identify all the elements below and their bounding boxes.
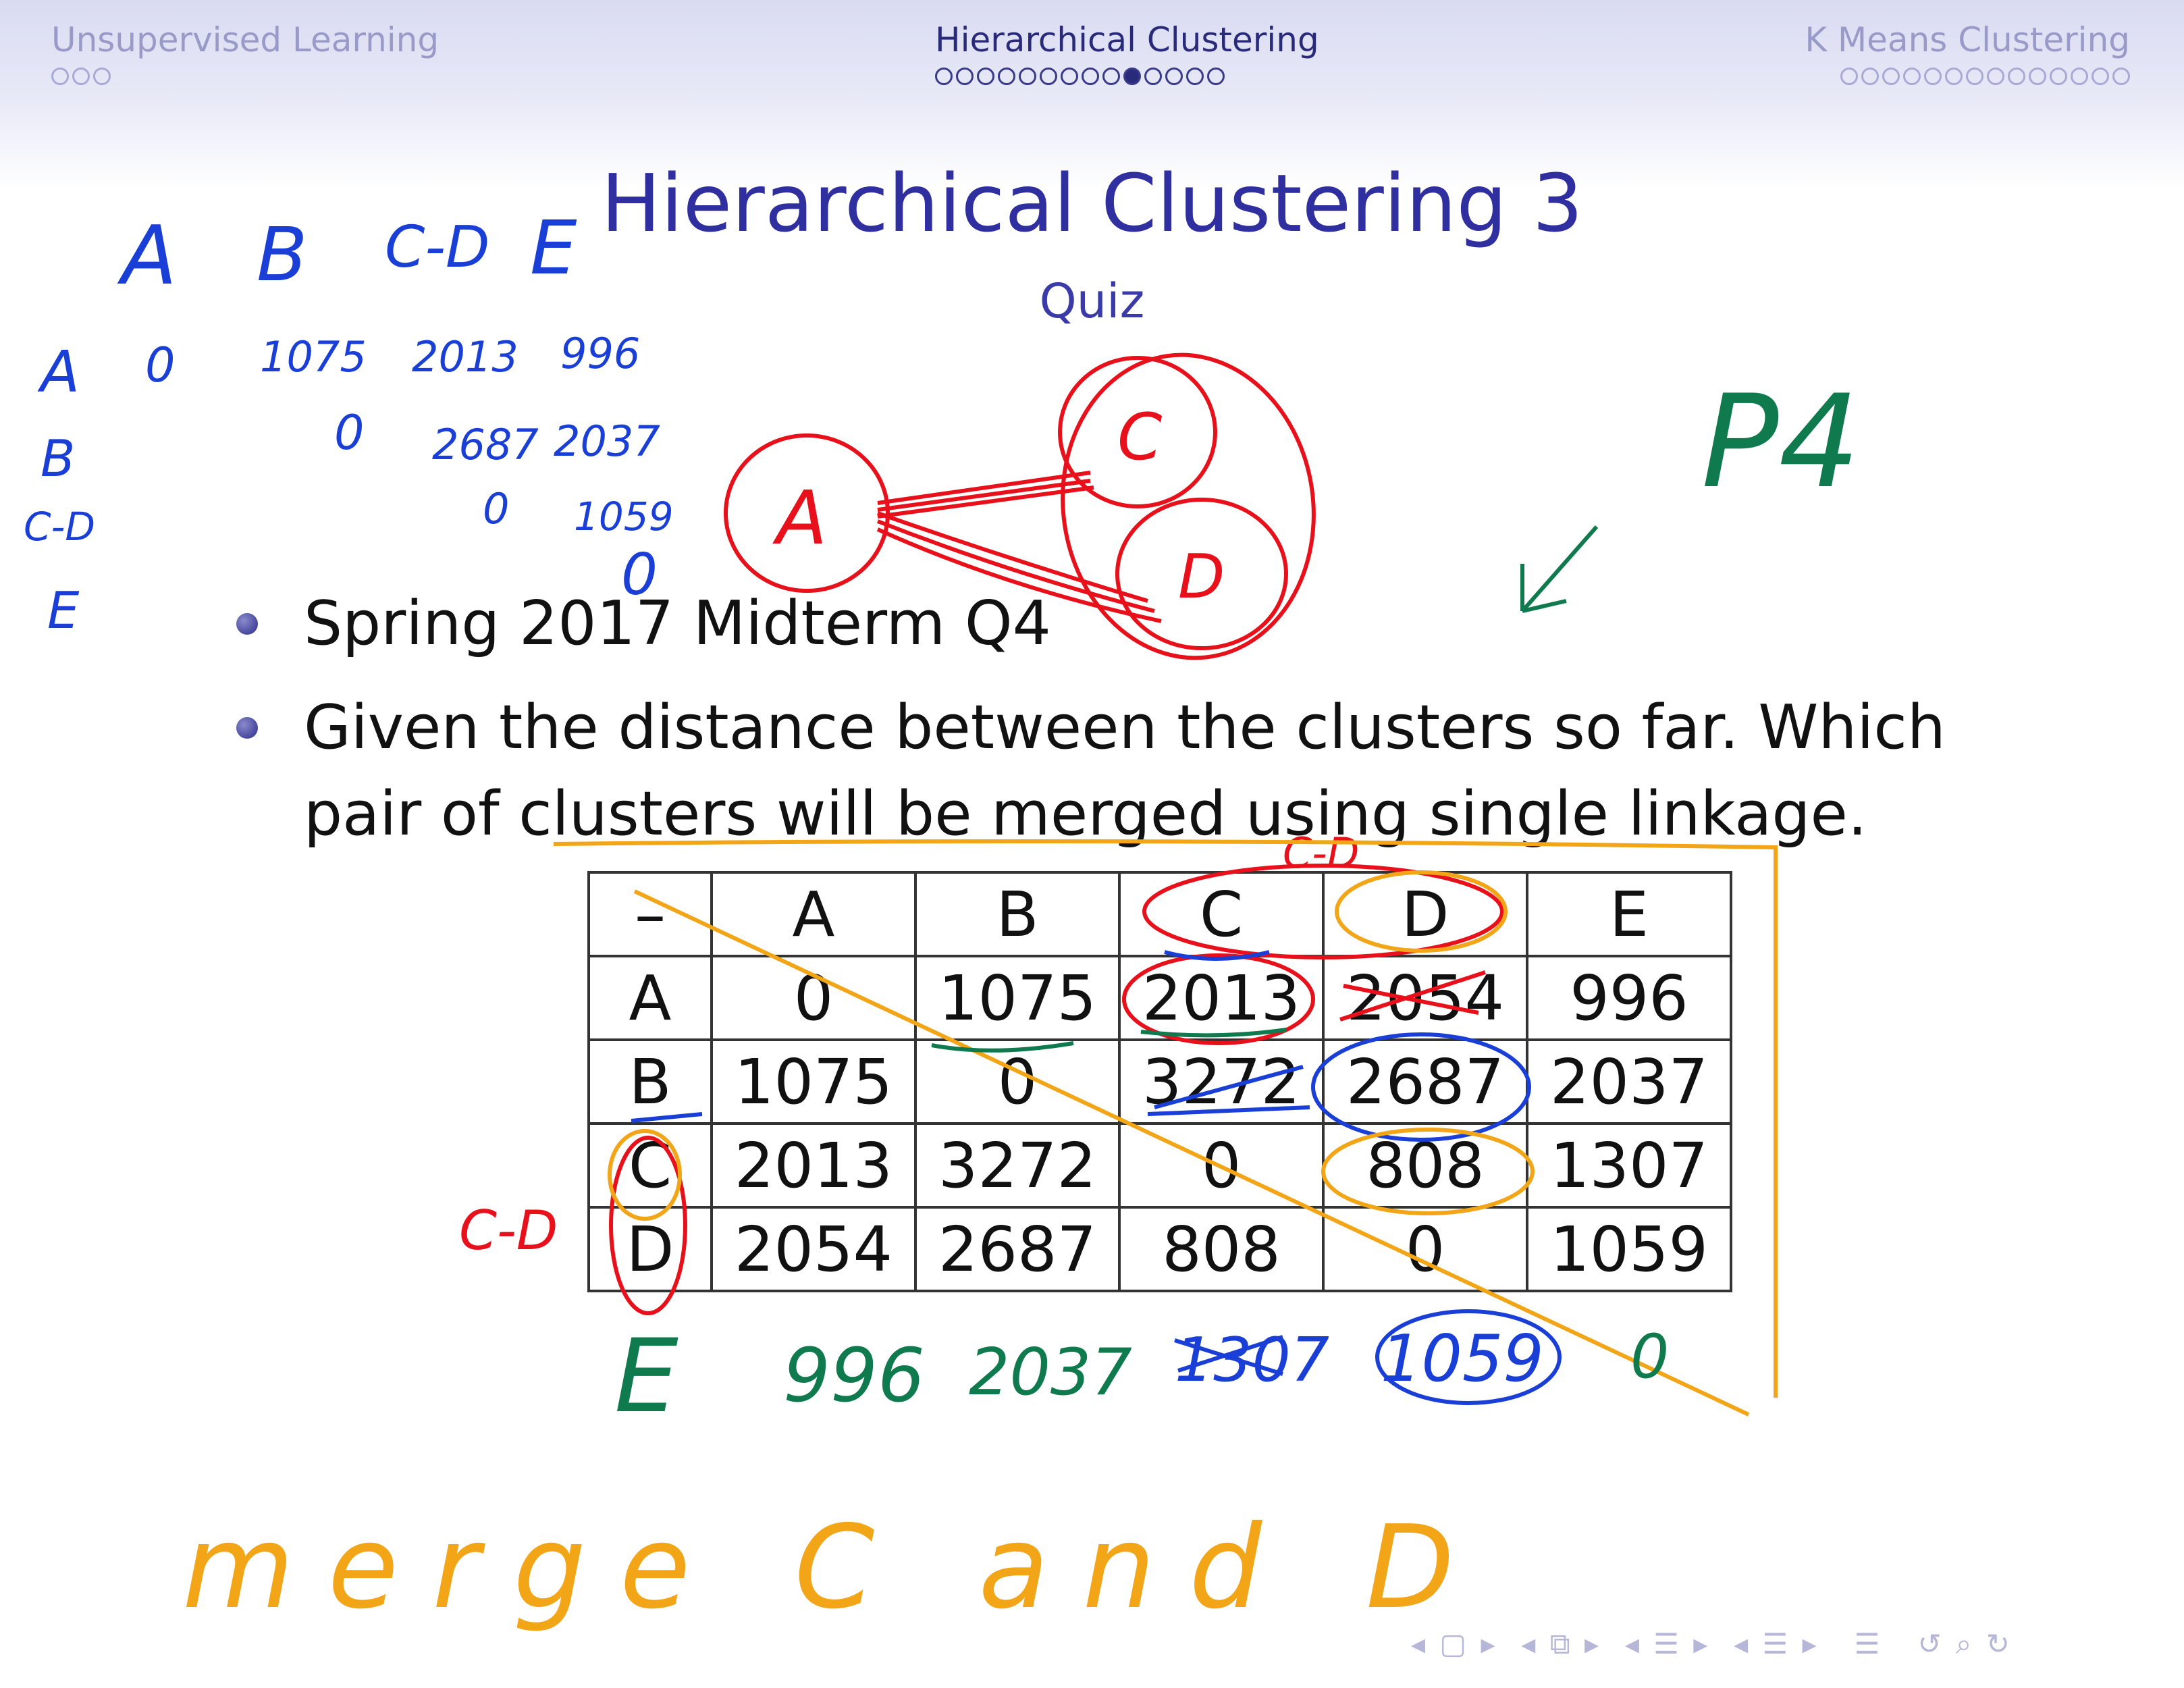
hw-e-row-4: 0 bbox=[1630, 1321, 1669, 1392]
search-icon[interactable]: ↺ ⌕ ↻ bbox=[1894, 1627, 2013, 1660]
hw-header-a: A bbox=[117, 209, 177, 303]
hw-row-e-0: 0 bbox=[621, 542, 658, 608]
hw-e-row-0: 996 bbox=[783, 1332, 925, 1419]
green-arrow-icon bbox=[1520, 525, 1599, 613]
hw-e-row-3: 1059 bbox=[1381, 1322, 1544, 1396]
hw-node-c: C bbox=[1117, 400, 1163, 475]
strike-b-c bbox=[1147, 1065, 1310, 1116]
hw-row-label-e: E bbox=[47, 581, 80, 640]
next-section-icon[interactable]: ◂ ☰ ▸ bbox=[1722, 1627, 1819, 1660]
hw-header-cd: C-D bbox=[385, 214, 489, 281]
hw-row-a-1: 1075 bbox=[260, 332, 367, 381]
hw-node-d: D bbox=[1178, 542, 1225, 612]
hw-row-a-0: 0 bbox=[145, 338, 176, 393]
rowlabel-cd-circle bbox=[609, 1136, 687, 1315]
cluster-cd-outer bbox=[1061, 352, 1316, 660]
green-underline-a-b bbox=[931, 1041, 1074, 1053]
prev-frame-icon[interactable]: ◂ ▢ ▸ bbox=[1411, 1627, 1498, 1660]
orange-bracket bbox=[553, 839, 1778, 1398]
beamer-footer-nav[interactable]: ◂ ▢ ▸ ◂ ⧉ ▸ ◂ ☰ ▸ ◂ ☰ ▸ ☰ ↺ ⌕ ↻ bbox=[1411, 1627, 2013, 1661]
hw-row-b-2: 2037 bbox=[554, 417, 660, 466]
hw-row-label-a: A bbox=[37, 339, 80, 406]
hw-row-a-2: 2013 bbox=[412, 332, 518, 381]
appendix-icon[interactable]: ☰ bbox=[1831, 1627, 1882, 1660]
hw-conclusion: merge C and D bbox=[182, 1501, 1488, 1635]
hw-header-b: B bbox=[257, 211, 307, 298]
orange-marks bbox=[553, 839, 1778, 1417]
b-label-underline bbox=[631, 1112, 703, 1123]
hw-row-label-cd: C-D bbox=[24, 504, 95, 550]
hw-e-row-label: E bbox=[614, 1318, 678, 1435]
ink-annotations: A B C-D E A B C-D E 0 1075 2013 996 0 26… bbox=[24, 205, 1860, 1635]
hw-row-a-3: 996 bbox=[560, 329, 640, 378]
hw-e-row-2: 1307 bbox=[1175, 1325, 1329, 1396]
prev-subsection-icon[interactable]: ◂ ⧉ ▸ bbox=[1510, 1627, 1601, 1660]
hw-row-label-b: B bbox=[41, 429, 75, 488]
hw-row-cd-1: 1059 bbox=[574, 494, 674, 539]
hw-row-b-0: 0 bbox=[334, 405, 365, 460]
hw-e-row-1: 2037 bbox=[969, 1336, 1132, 1410]
cell-b-d-circle bbox=[1311, 1032, 1531, 1142]
hw-merged-label-top: C-D bbox=[1283, 828, 1359, 878]
header-cd-circle bbox=[1142, 864, 1504, 959]
hw-row-cd-0: 0 bbox=[483, 484, 509, 533]
hw-node-a: A bbox=[772, 475, 827, 561]
prev-section-icon[interactable]: ◂ ☰ ▸ bbox=[1614, 1627, 1711, 1660]
blue-matrix-note: A B C-D E A B C-D E 0 1075 2013 996 0 26… bbox=[24, 205, 674, 640]
rowlabel-c-circle bbox=[608, 1129, 682, 1221]
green-underline-a-c bbox=[1140, 1028, 1287, 1038]
strike-a-d bbox=[1339, 970, 1486, 1022]
hw-row-b-1: 2687 bbox=[432, 420, 539, 469]
header-d-circle bbox=[1335, 870, 1508, 953]
hw-p4: P4 bbox=[1701, 367, 1860, 517]
hw-header-e: E bbox=[530, 205, 577, 291]
hw-merged-label-side: C-D bbox=[459, 1199, 558, 1262]
cell-c-d-circle bbox=[1321, 1128, 1535, 1215]
